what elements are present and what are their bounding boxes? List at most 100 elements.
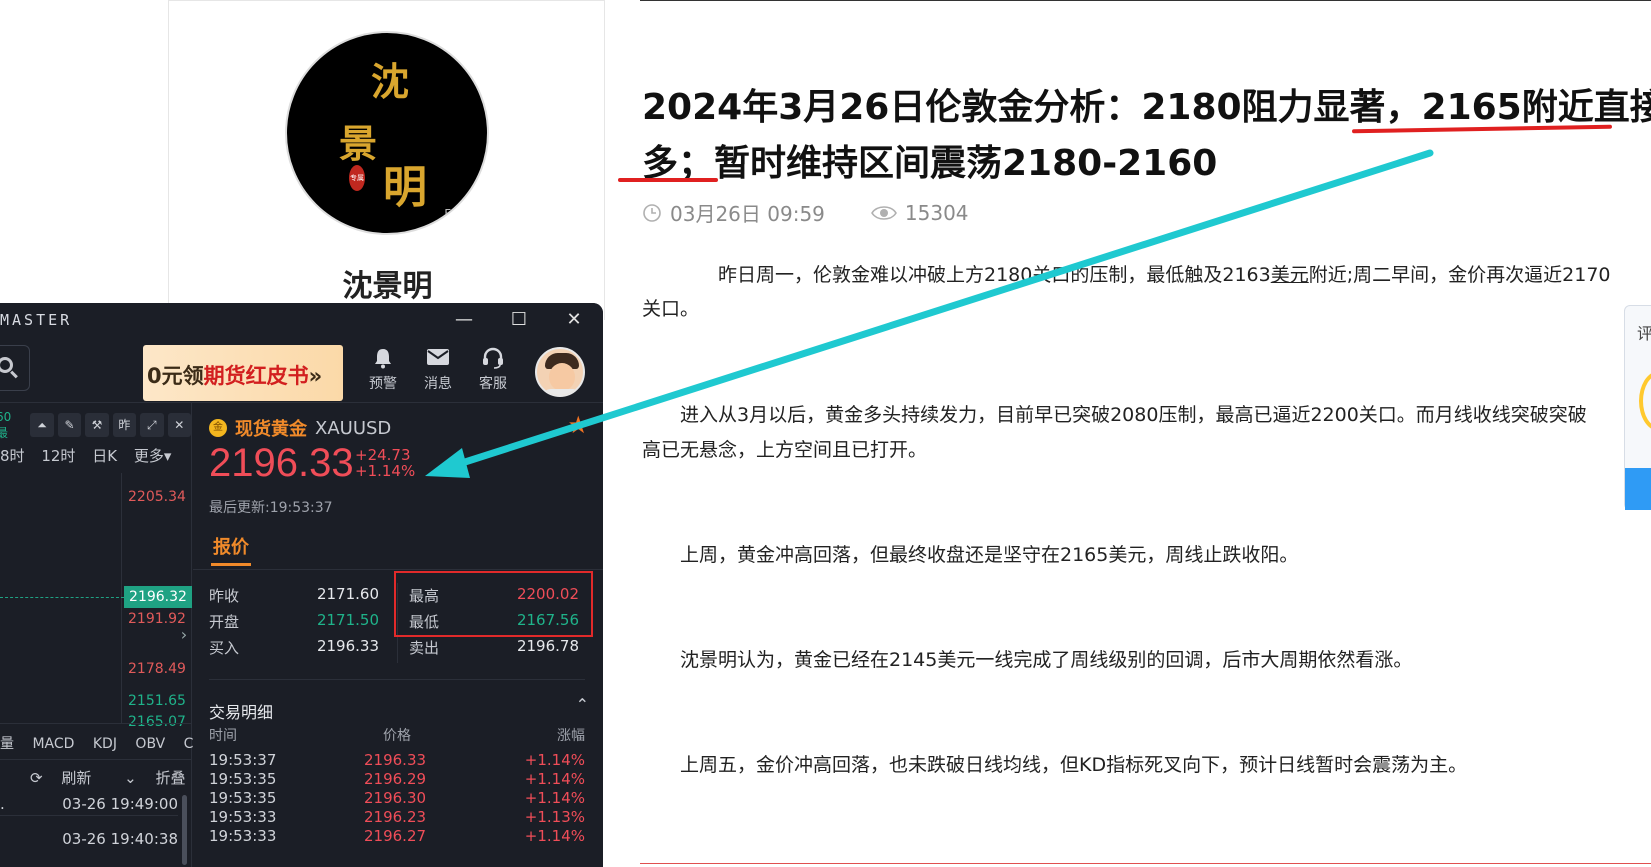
chart-panel: 60 最 ⏶ ✎ ⚒ 昨 ⤢ ✕ 8时 12时 日K 更多▾ 2205.34 2… xyxy=(0,403,207,867)
trades-header-time: 时间 xyxy=(209,728,237,744)
trade-time: 19:53:35 xyxy=(209,789,277,807)
quote-panel: 金 现货黄金 XAUUSD ★ 2196.33 +24.73 +1.14% 最后… xyxy=(193,403,603,867)
maximize-button[interactable]: ☐ xyxy=(505,307,533,333)
app-header: 0元领期货红皮书» 预警 消息 客服 xyxy=(0,337,603,403)
user-avatar[interactable] xyxy=(535,347,585,397)
author-name[interactable]: 沈景明 xyxy=(169,261,606,305)
high-low-highlight-box xyxy=(394,571,593,637)
paragraph-1-cont: 关口。 xyxy=(642,292,1647,327)
trade-row: 19:53:33 2196.27 +1.14% xyxy=(209,827,585,846)
indicator-obv[interactable]: OBV xyxy=(135,736,165,752)
article-title: 2024年3月26日伦敦金分析：2180阻力显著，2165附近直接做 多；暂时维… xyxy=(642,80,1651,192)
support-label: 客服 xyxy=(479,376,507,392)
list-item[interactable]: . 03-26 19:49:00 xyxy=(0,795,178,817)
chart-toolbar: 60 最 ⏶ ✎ ⚒ 昨 ⤢ ✕ xyxy=(0,410,191,440)
instrument-code: XAUUSD xyxy=(315,417,392,439)
bell-icon xyxy=(360,347,406,373)
chart-tool-line[interactable]: ⏶ xyxy=(30,413,54,437)
quote-divider xyxy=(193,569,603,570)
avatar-watermark: FX6 xyxy=(444,207,467,221)
instrument-header: 金 现货黄金 XAUUSD xyxy=(209,415,391,441)
instrument-name: 现货黄金 xyxy=(235,419,307,440)
bottom-divider xyxy=(640,863,1651,864)
alert-button[interactable]: 预警 xyxy=(360,347,406,397)
trade-row: 19:53:33 2196.23 +1.13% xyxy=(209,808,585,827)
trade-price: 2196.27 xyxy=(364,827,427,845)
promo-banner[interactable]: 0元领期货红皮书» xyxy=(143,345,343,401)
trades-header-price: 价格 xyxy=(383,728,411,744)
close-button[interactable]: ✕ xyxy=(560,307,588,333)
app-title: MASTER xyxy=(0,311,73,329)
message-label: 消息 xyxy=(424,376,452,392)
red-underline-mark-2 xyxy=(618,178,718,182)
support-button[interactable]: 客服 xyxy=(470,347,516,397)
trade-time: 19:53:35 xyxy=(209,770,277,788)
dollar-link[interactable]: 美元 xyxy=(1271,264,1309,286)
list-scrollbar[interactable] xyxy=(182,795,187,865)
favorite-star-icon[interactable]: ★ xyxy=(567,411,589,439)
active-tab-indicator xyxy=(211,563,251,566)
tab-quote[interactable]: 报价 xyxy=(213,533,249,559)
side-widget-ring-icon xyxy=(1639,371,1651,431)
paragraph-1-text: 昨日周一，伦敦金难以冲破上方2180关口的压制，最低触及2163 xyxy=(642,264,1271,286)
paragraph-4: 沈景明认为，黄金已经在2145美元一线完成了周线级别的回调，后市大周期依然看涨。 xyxy=(642,643,1647,678)
period-8h[interactable]: 8时 xyxy=(0,447,25,465)
banner-highlight: 期货红皮书 xyxy=(203,364,309,388)
trades-title: 交易明细 xyxy=(209,703,274,722)
paragraph-1-text-2: 附近;周二早间，金价再次逼近2170 xyxy=(1308,264,1611,286)
quote-value: 2196.78 xyxy=(516,637,579,655)
change-percent: +1.14% xyxy=(355,462,416,480)
trades-divider xyxy=(209,679,585,680)
trade-price: 2196.33 xyxy=(364,751,427,769)
period-12h[interactable]: 12时 xyxy=(41,447,75,465)
article: 2024年3月26日伦敦金分析：2180阻力显著，2165附近直接做 多；暂时维… xyxy=(618,0,1651,867)
chart-divider xyxy=(0,723,192,724)
publish-time: 03月26日 09:59 xyxy=(670,202,825,226)
chart-tool-pen[interactable]: ✎ xyxy=(57,413,82,437)
trade-time: 19:53:37 xyxy=(209,751,277,769)
quote-row-bid: 买入 2196.33 xyxy=(209,637,379,659)
fold-button[interactable]: ⌄ 折叠 xyxy=(124,769,199,787)
last-updated: 最后更新:19:53:37 xyxy=(209,500,333,516)
floating-side-widget[interactable]: 评 xyxy=(1624,305,1651,510)
chart-tool-close[interactable]: ✕ xyxy=(167,413,191,437)
side-widget-label: 评 xyxy=(1637,324,1651,343)
app-titlebar[interactable]: MASTER — ☐ ✕ xyxy=(0,303,603,337)
list-item[interactable]: 03-26 19:40:38 xyxy=(0,830,178,852)
trade-time: 19:53:33 xyxy=(209,808,277,826)
chart-tool-compare[interactable]: 昨 xyxy=(112,413,137,437)
chart-tool-expand[interactable]: ⤢ xyxy=(140,413,164,437)
indicator-macd[interactable]: MACD xyxy=(32,736,74,752)
trade-price: 2196.30 xyxy=(364,789,427,807)
paragraph-5-text: 上周五，金价冲高回落，也未跌破日线均线，但KD指标死叉向下，预计日线暂时会震荡为… xyxy=(642,754,1468,776)
list-item-time: 03-26 19:49:00 xyxy=(62,795,178,813)
search-button[interactable] xyxy=(0,345,30,391)
paragraph-4-text: 沈景明认为，黄金已经在2145美元一线完成了周线级别的回调，后市大周期依然看涨。 xyxy=(642,649,1413,671)
view-count: 15304 xyxy=(904,200,969,225)
author-avatar[interactable]: 沈 景 明 专属 FX6 xyxy=(285,31,489,235)
period-daily[interactable]: 日K xyxy=(92,447,117,465)
price-axis-label: 2165.07 xyxy=(128,714,186,730)
side-widget-chat-icon[interactable] xyxy=(1625,468,1651,510)
refresh-button[interactable]: ⟳ 刷新 xyxy=(30,769,105,787)
quote-row-open: 开盘 2171.50 xyxy=(209,611,379,633)
message-button[interactable]: 消息 xyxy=(415,347,461,397)
refresh-label: 刷新 xyxy=(61,769,92,787)
paragraph-3: 上周，黄金冲高回落，但最终收盘还是坚守在2165美元，周线止跌收阳。 xyxy=(642,538,1647,573)
trade-row: 19:53:35 2196.29 +1.14% xyxy=(209,770,585,789)
paragraph-2: 进入从3月以后，黄金多头持续发力，目前早已突破2080压制，最高已逼近2200关… xyxy=(642,398,1647,433)
paragraph-1: 昨日周一，伦敦金难以冲破上方2180关口的压制，最低触及2163美元附近;周二早… xyxy=(642,258,1647,293)
price-chart[interactable]: 2205.34 2196.32 2191.92 2178.49 2165.07 … xyxy=(0,473,192,730)
indicator-kdj[interactable]: KDJ xyxy=(93,736,117,752)
list-divider xyxy=(0,759,192,760)
mail-icon xyxy=(415,347,461,373)
chevron-right-icon[interactable]: › xyxy=(176,621,192,649)
paragraph-3-text: 上周，黄金冲高回落，但最终收盘还是坚守在2165美元，周线止跌收阳。 xyxy=(642,544,1299,566)
chart-tool-candle[interactable]: ⚒ xyxy=(85,413,109,437)
chevron-up-icon[interactable]: ⌃ xyxy=(576,695,589,714)
minimize-button[interactable]: — xyxy=(450,307,478,333)
period-more[interactable]: 更多▾ xyxy=(134,447,172,465)
trade-price: 2196.23 xyxy=(364,808,427,826)
list-item-mark: . xyxy=(0,795,5,813)
indicator-volume[interactable]: 量 xyxy=(0,736,14,752)
